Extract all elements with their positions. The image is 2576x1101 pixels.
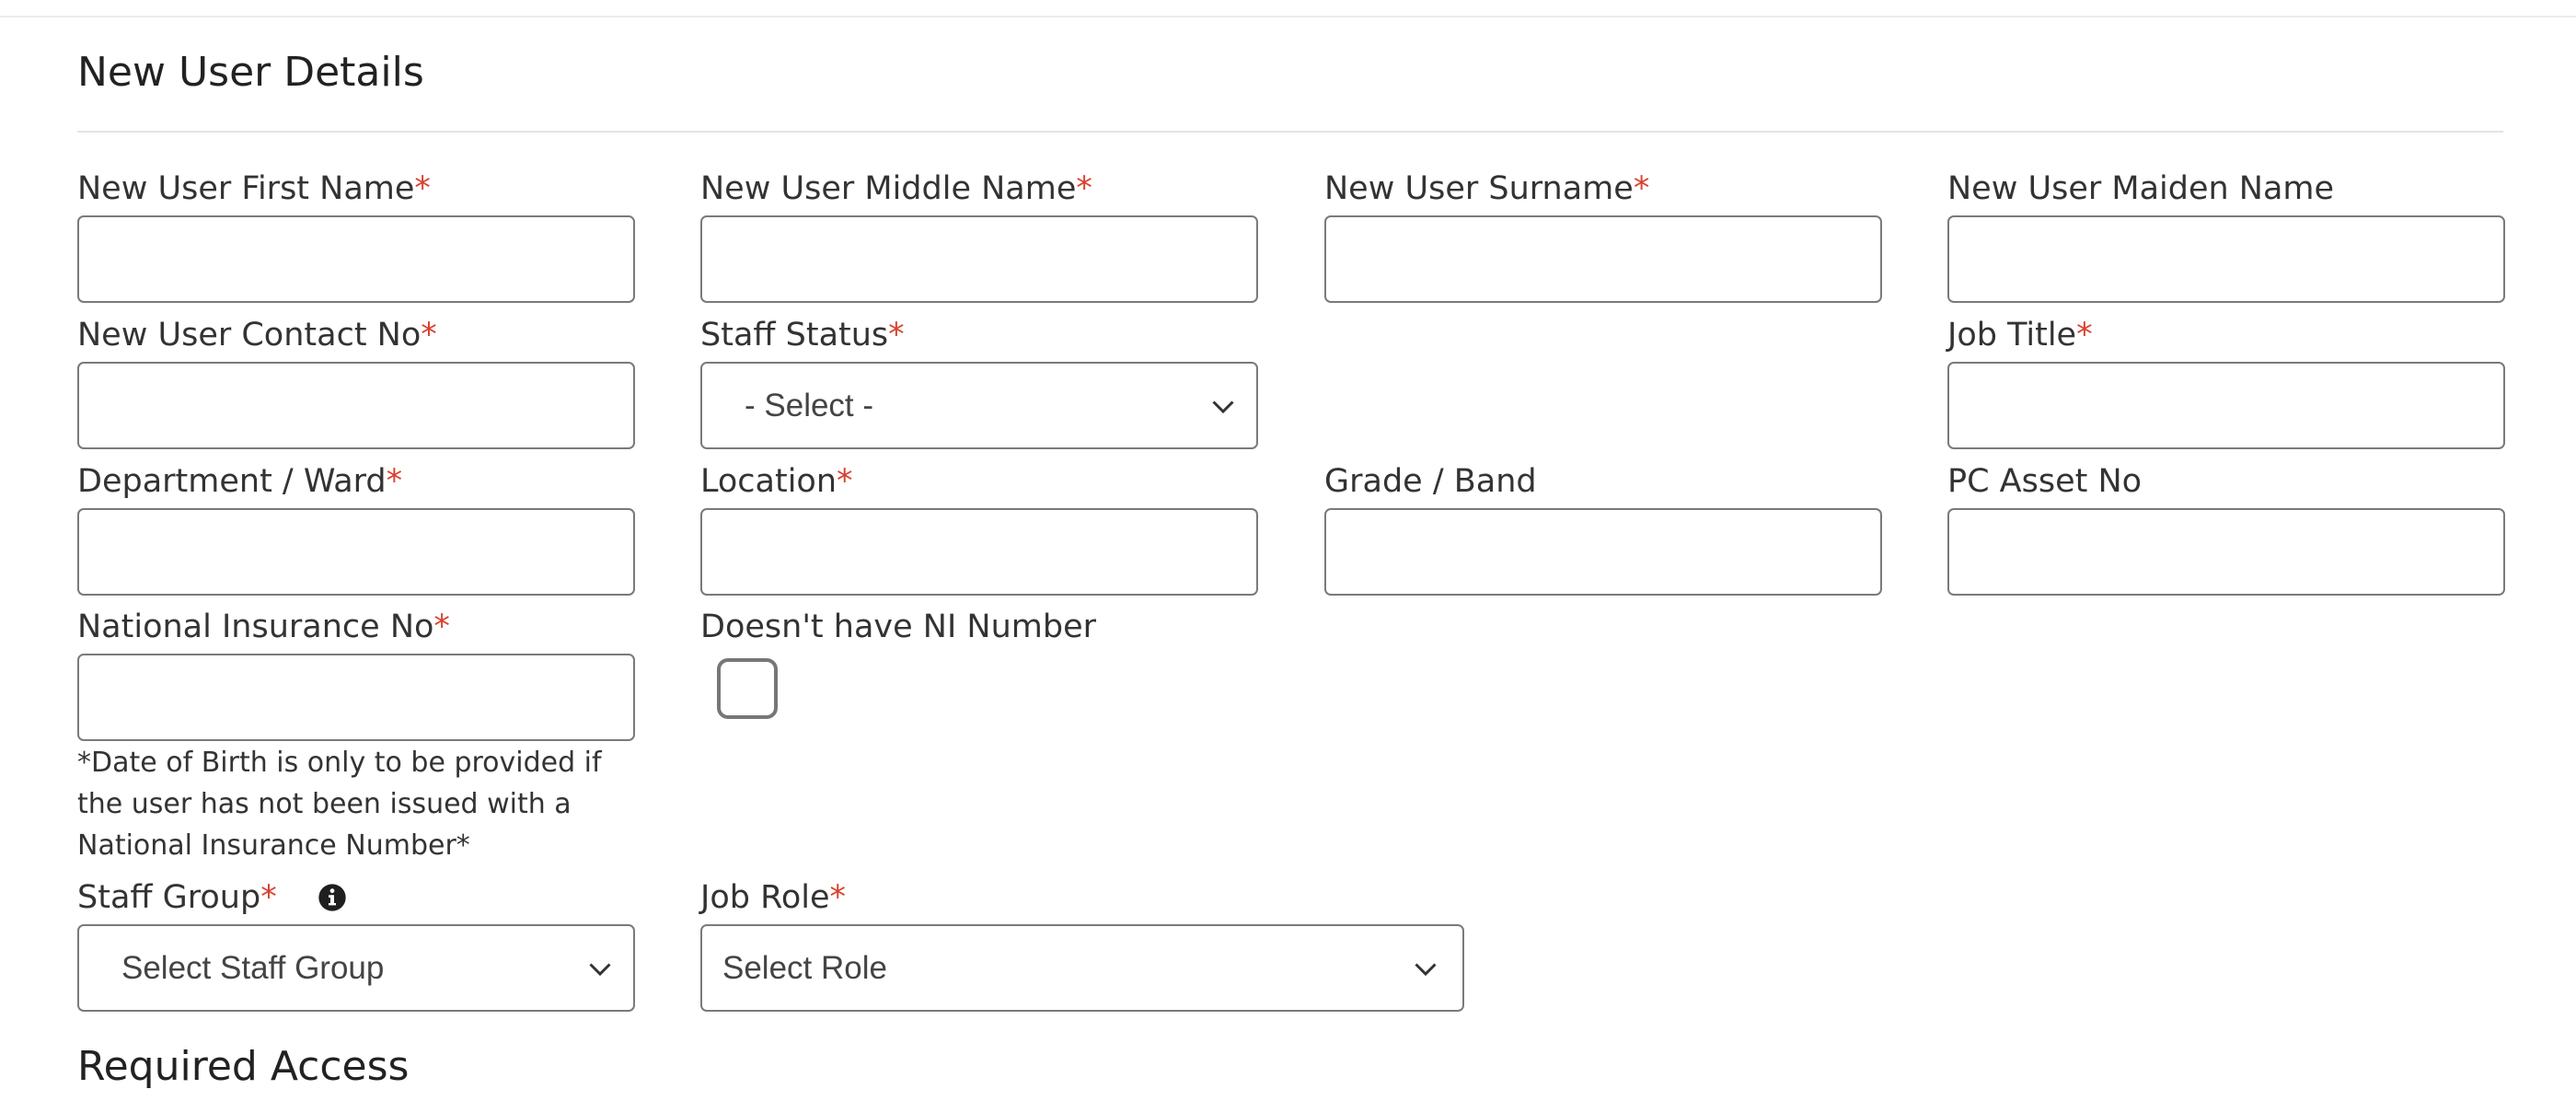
contact-no-field: New User Contact No * — [77, 315, 635, 449]
surname-input[interactable] — [1324, 215, 1882, 303]
required-marker: * — [260, 879, 277, 916]
department-field: Department / Ward * — [77, 461, 635, 596]
required-marker: * — [386, 463, 403, 500]
location-field: Location * — [700, 461, 1258, 596]
required-marker: * — [829, 879, 847, 916]
no-ni-checkbox[interactable] — [717, 658, 778, 719]
pc-asset-input[interactable] — [1947, 508, 2505, 596]
staff-group-label: Staff Group * — [77, 877, 635, 918]
pc-asset-field: PC Asset No — [1947, 461, 2505, 596]
location-input[interactable] — [700, 508, 1258, 596]
job-role-select[interactable]: Select Role — [700, 924, 1464, 1012]
ni-number-field: National Insurance No * — [77, 607, 635, 741]
first-name-label: New User First Name * — [77, 170, 431, 207]
contact-no-label: New User Contact No * — [77, 317, 437, 353]
no-ni-label: Doesn't have NI Number — [700, 608, 1097, 645]
surname-label: New User Surname * — [1324, 170, 1650, 207]
maiden-name-input[interactable] — [1947, 215, 2505, 303]
job-title-label: Job Title * — [1947, 317, 2093, 353]
chevron-down-icon — [589, 963, 611, 977]
pc-asset-label: PC Asset No — [1947, 463, 2143, 500]
ni-number-label: National Insurance No * — [77, 608, 450, 645]
job-role-field: Job Role * Select Role — [700, 877, 1464, 1012]
section-divider — [77, 131, 2503, 133]
middle-name-field: New User Middle Name * — [700, 168, 1258, 303]
contact-no-input[interactable] — [77, 362, 635, 449]
grade-input[interactable] — [1324, 508, 1882, 596]
maiden-name-field: New User Maiden Name — [1947, 168, 2505, 303]
surname-field: New User Surname * — [1324, 168, 1882, 303]
staff-group-field: Staff Group * Select Staff Group — [77, 877, 635, 1012]
chevron-down-icon — [1415, 963, 1437, 977]
required-marker: * — [2076, 317, 2093, 353]
middle-name-input[interactable] — [700, 215, 1258, 303]
location-label: Location * — [700, 463, 853, 500]
first-name-field: New User First Name * — [77, 168, 635, 303]
required-marker: * — [421, 317, 437, 353]
section-title-new-user-details: New User Details — [77, 49, 424, 96]
section-title-required-access: Required Access — [77, 1043, 410, 1090]
job-role-selected: Select Role — [722, 949, 887, 986]
maiden-name-label: New User Maiden Name — [1947, 170, 2335, 207]
chevron-down-icon — [1212, 400, 1234, 414]
required-marker: * — [414, 170, 431, 207]
job-title-input[interactable] — [1947, 362, 2505, 449]
grade-field: Grade / Band — [1324, 461, 1882, 596]
required-marker: * — [837, 463, 853, 500]
staff-group-selected: Select Staff Group — [121, 949, 385, 986]
grade-label: Grade / Band — [1324, 463, 1537, 500]
required-marker: * — [1633, 170, 1650, 207]
no-ni-field: Doesn't have NI Number — [700, 607, 1258, 719]
new-user-form-page: New User Details New User First Name * Ne… — [0, 0, 2576, 1101]
required-marker: * — [888, 317, 905, 353]
staff-status-field: Staff Status * - Select - — [700, 315, 1258, 449]
job-title-field: Job Title * — [1947, 315, 2505, 449]
first-name-input[interactable] — [77, 215, 635, 303]
staff-status-label: Staff Status * — [700, 317, 905, 353]
ni-number-input[interactable] — [77, 654, 635, 741]
dob-note: *Date of Birth is only to be provided if… — [77, 747, 602, 862]
staff-status-selected: - Select - — [745, 387, 874, 423]
staff-group-select[interactable]: Select Staff Group — [77, 924, 635, 1012]
required-marker: * — [1076, 170, 1092, 207]
info-circle-icon[interactable] — [318, 883, 347, 912]
department-input[interactable] — [77, 508, 635, 596]
job-role-label: Job Role * — [700, 879, 847, 916]
top-divider — [0, 16, 2576, 17]
staff-status-select[interactable]: - Select - — [700, 362, 1258, 449]
department-label: Department / Ward * — [77, 463, 403, 500]
middle-name-label: New User Middle Name * — [700, 170, 1092, 207]
required-marker: * — [433, 608, 450, 645]
